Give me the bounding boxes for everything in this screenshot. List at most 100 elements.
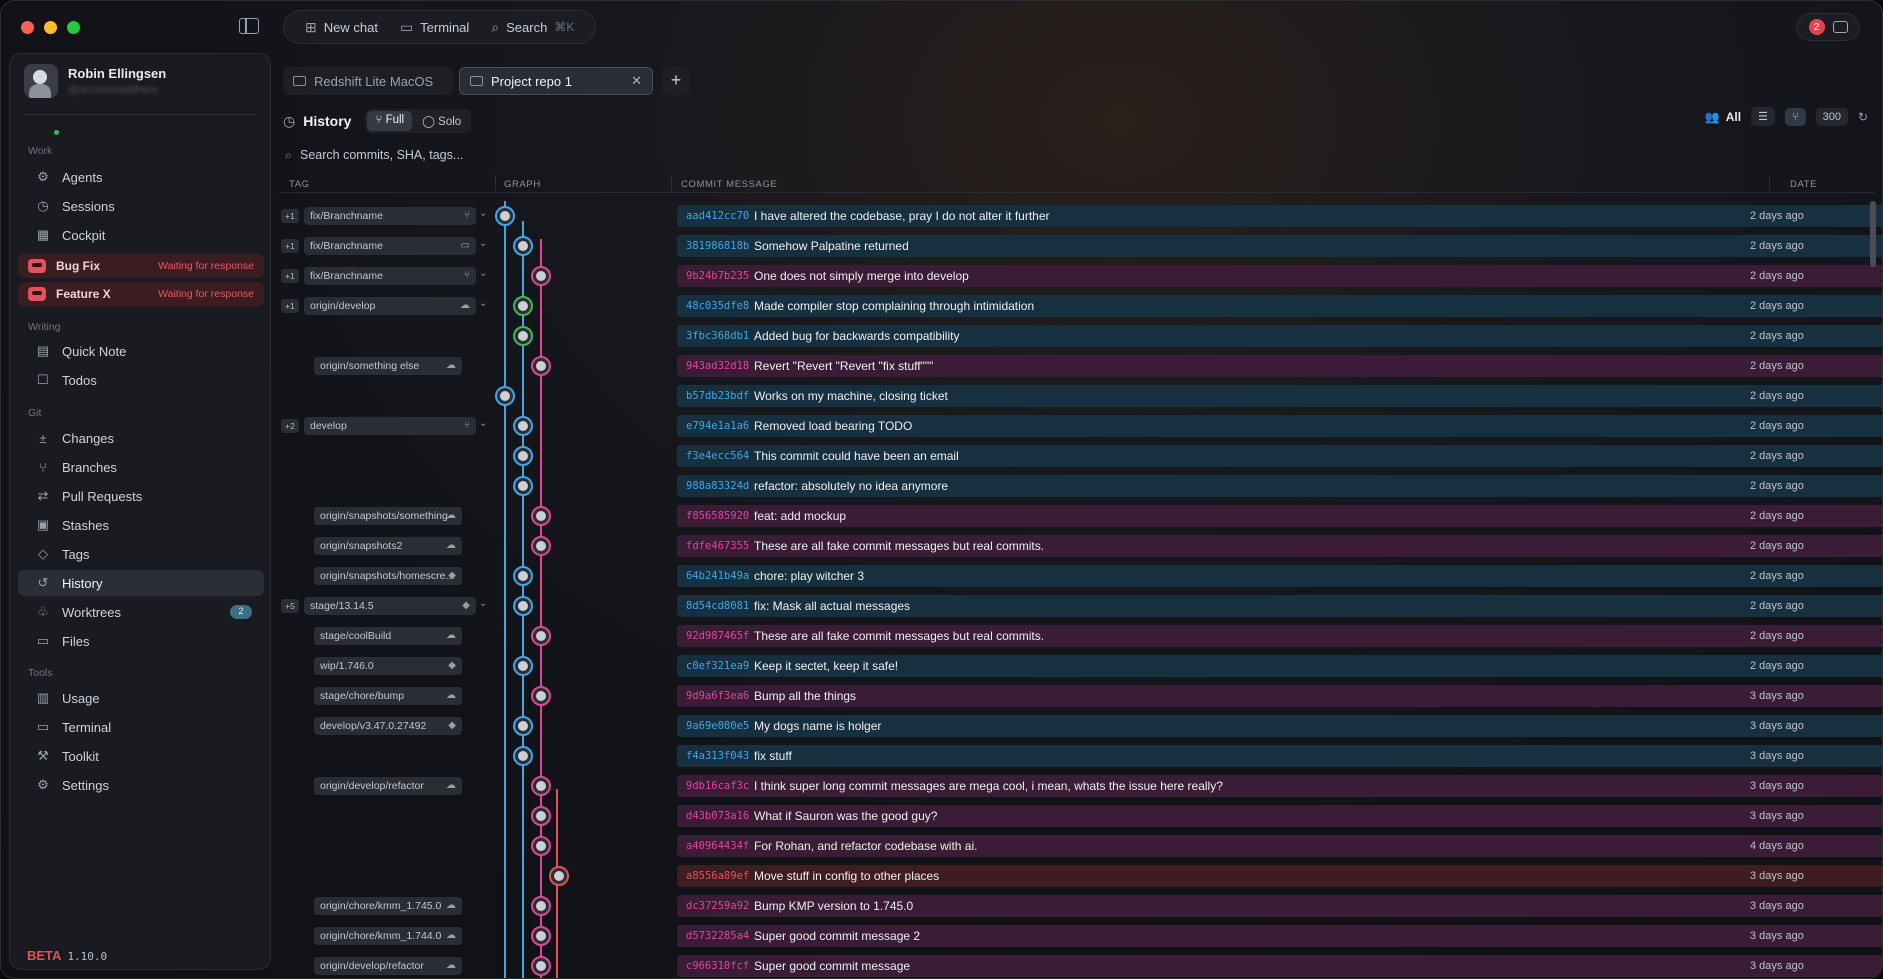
terminal-button[interactable]: ▭ Terminal <box>391 13 478 41</box>
commit-sha[interactable]: 9db16caf3c <box>686 780 749 792</box>
table-row[interactable]: a8556a89ef Move stuff in config to other … <box>279 861 1882 891</box>
commit-sha[interactable]: f856585920 <box>686 510 749 522</box>
commit-sha[interactable]: 48c035dfe8 <box>686 300 749 312</box>
author-avatar-icon[interactable] <box>531 536 551 556</box>
commit-sha[interactable]: 381986818b <box>686 240 749 252</box>
agent-feature-x[interactable]: Feature X Waiting for response <box>18 282 264 306</box>
author-avatar-icon[interactable] <box>513 296 533 316</box>
sidebar-item-cockpit[interactable]: ▦ Cockpit <box>18 222 264 248</box>
author-avatar-icon[interactable] <box>513 326 533 346</box>
table-row[interactable]: origin/snapshots/something ☁ f856585920 fea… <box>279 501 1882 531</box>
sidebar-item-todos[interactable]: ☐ Todos <box>18 367 264 393</box>
commit-sha[interactable]: 3fbc368db1 <box>686 330 749 342</box>
ref-tag[interactable]: fix/Branchname ⑂ <box>304 207 476 225</box>
chevron-down-icon[interactable]: ⌄ <box>479 598 487 609</box>
sidebar-item-sessions[interactable]: ◷ Sessions <box>18 193 264 219</box>
table-row[interactable]: +1 fix/Branchname ⑂ ⌄ 9b24b7b235 One does not… <box>279 261 1882 291</box>
commit-sha[interactable]: d5732285a4 <box>686 930 749 942</box>
author-avatar-icon[interactable] <box>495 386 515 406</box>
table-row[interactable]: b57db23bdf Works on my machine, closing t… <box>279 381 1882 411</box>
table-row[interactable]: develop/v3.47.0.27492 ◆ 9a69e080e5 My dogs … <box>279 711 1882 741</box>
table-row[interactable]: +5 stage/13.14.5 ◆ ⌄ 8d54cd8081 fix: Mask all… <box>279 591 1882 621</box>
ref-tag[interactable]: wip/1.746.0 ◆ <box>314 657 462 675</box>
table-row[interactable]: origin/develop/refactor ☁ 9db16caf3c I thin… <box>279 771 1882 801</box>
table-row[interactable]: a40964434f For Rohan, and refactor codeba… <box>279 831 1882 861</box>
commit-sha[interactable]: f3e4ecc564 <box>686 450 749 462</box>
ref-tag[interactable]: fix/Branchname ▭ <box>304 237 476 255</box>
ref-tag[interactable]: origin/chore/kmm_1.745.0 ☁ <box>314 897 462 915</box>
ref-tag[interactable]: origin/chore/kmm_1.744.0 ☁ <box>314 927 462 945</box>
commit-sha[interactable]: fdfe467355 <box>686 540 749 552</box>
sidebar-toggle-icon[interactable] <box>239 18 259 34</box>
commit-sha[interactable]: 988a83324d <box>686 480 749 492</box>
author-avatar-icon[interactable] <box>513 596 533 616</box>
ref-tag[interactable]: origin/develop/refactor ☁ <box>314 957 462 975</box>
sidebar-item-agents[interactable]: ⚙ Agents <box>18 164 264 190</box>
author-avatar-icon[interactable] <box>531 266 551 286</box>
ref-tag[interactable]: origin/snapshots/something ☁ <box>314 507 462 525</box>
commit-sha[interactable]: aad412cc70 <box>686 210 749 222</box>
tab-project-repo[interactable]: Project repo 1 ✕ <box>459 67 653 95</box>
scrollbar[interactable] <box>1870 201 1876 267</box>
author-avatar-icon[interactable] <box>531 626 551 646</box>
table-row[interactable]: origin/chore/kmm_1.745.0 ☁ dc37259a92 Bump … <box>279 891 1882 921</box>
ref-tag[interactable]: origin/snapshots2 ☁ <box>314 537 462 555</box>
author-avatar-icon[interactable] <box>513 236 533 256</box>
commit-search[interactable]: ⌕ Search commits, SHA, tags... <box>281 143 1873 167</box>
author-avatar-icon[interactable] <box>513 446 533 466</box>
ref-tag[interactable]: origin/something else ☁ <box>314 357 462 375</box>
commit-sha[interactable]: f4a313f043 <box>686 750 749 762</box>
table-row[interactable]: +1 fix/Branchname ⑂ ⌄ aad412cc70 I have alter… <box>279 201 1882 231</box>
author-avatar-icon[interactable] <box>531 356 551 376</box>
sidebar-item-usage[interactable]: ▥ Usage <box>18 685 264 711</box>
commit-sha[interactable]: e794e1a1a6 <box>686 420 749 432</box>
sidebar-item-tags[interactable]: ◇ Tags <box>18 541 264 567</box>
mode-full-button[interactable]: ⑂ Full <box>367 111 413 131</box>
author-avatar-icon[interactable] <box>513 716 533 736</box>
close-tab-icon[interactable]: ✕ <box>631 73 642 89</box>
chevron-down-icon[interactable]: ⌄ <box>479 418 487 429</box>
sidebar-item-terminal[interactable]: ▭ Terminal <box>18 714 264 740</box>
table-row[interactable]: +2 develop ⑂ ⌄ e794e1a1a6 Removed load bearin… <box>279 411 1882 441</box>
user-profile[interactable]: Robin Ellingsen @accountaddhere <box>24 64 166 98</box>
author-avatar-icon[interactable] <box>513 416 533 436</box>
table-row[interactable]: f4a313f043 fix stuff 3 days ago <box>279 741 1882 771</box>
commit-sha[interactable]: 9a69e080e5 <box>686 720 749 732</box>
author-avatar-icon[interactable] <box>531 896 551 916</box>
table-row[interactable]: stage/chore/bump ☁ 9d9a6f3ea6 Bump all the … <box>279 681 1882 711</box>
author-avatar-icon[interactable] <box>513 566 533 586</box>
column-divider[interactable] <box>671 175 672 191</box>
sidebar-item-changes[interactable]: ± Changes <box>18 425 264 451</box>
table-row[interactable]: origin/snapshots/homescre... ◆ 64b241b49a c… <box>279 561 1882 591</box>
zoom-window-button[interactable] <box>67 21 80 34</box>
sidebar-item-files[interactable]: ▭ Files <box>18 628 264 654</box>
sidebar-item-pull-requests[interactable]: ⇄ Pull Requests <box>18 483 264 509</box>
extra-refs-badge[interactable]: +1 <box>281 269 299 283</box>
commit-sha[interactable]: 943ad32d18 <box>686 360 749 372</box>
search-button[interactable]: ⌕ Search ⌘K <box>482 13 583 41</box>
author-avatar-icon[interactable] <box>549 866 569 886</box>
commit-sha[interactable]: 8d54cd8081 <box>686 600 749 612</box>
sidebar-item-toolkit[interactable]: ⚒ Toolkit <box>18 743 264 769</box>
author-avatar-icon[interactable] <box>531 926 551 946</box>
author-avatar-icon[interactable] <box>495 206 515 226</box>
search-input[interactable]: Search commits, SHA, tags... <box>300 148 463 162</box>
ref-tag[interactable]: fix/Branchname ⑂ <box>304 267 476 285</box>
graph-view-button[interactable]: ⑂ <box>1784 107 1806 126</box>
table-row[interactable]: origin/snapshots2 ☁ fdfe467355 These are al… <box>279 531 1882 561</box>
table-row[interactable]: origin/chore/kmm_1.744.0 ☁ d5732285a4 Super… <box>279 921 1882 951</box>
sidebar-item-settings[interactable]: ⚙ Settings <box>18 772 264 798</box>
commit-sha[interactable]: 92d987465f <box>686 630 749 642</box>
table-row[interactable]: 3fbc368db1 Added bug for backwards compat… <box>279 321 1882 351</box>
chevron-down-icon[interactable]: ⌄ <box>479 208 487 219</box>
table-row[interactable]: d43b073a16 What if Sauron was the good gu… <box>279 801 1882 831</box>
extra-refs-badge[interactable]: +5 <box>281 599 299 613</box>
commit-sha[interactable]: c0ef321ea9 <box>686 660 749 672</box>
author-avatar-icon[interactable] <box>531 506 551 526</box>
extra-refs-badge[interactable]: +2 <box>281 419 299 433</box>
author-filter-button[interactable]: 👥 All <box>1705 110 1741 124</box>
commit-sha[interactable]: dc37259a92 <box>686 900 749 912</box>
author-avatar-icon[interactable] <box>513 746 533 766</box>
chevron-down-icon[interactable]: ⌄ <box>479 238 487 249</box>
ref-tag[interactable]: stage/coolBuild ☁ <box>314 627 462 645</box>
